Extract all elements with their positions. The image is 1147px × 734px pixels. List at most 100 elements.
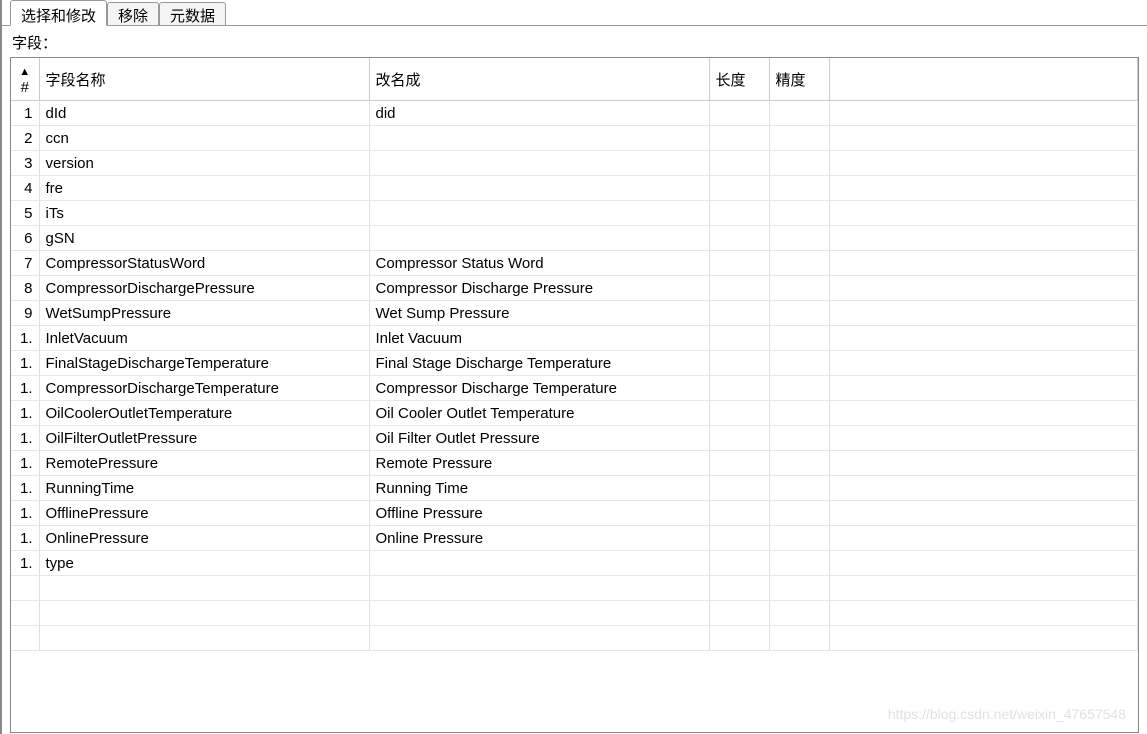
table-row[interactable]: 1.RemotePressureRemote Pressure (11, 451, 1138, 476)
cell-index[interactable]: 1. (11, 401, 39, 426)
cell-index[interactable]: 1. (11, 326, 39, 351)
cell-precision[interactable] (769, 251, 829, 276)
cell-field-name[interactable]: InletVacuum (39, 326, 369, 351)
cell-empty[interactable] (369, 601, 709, 626)
cell-empty[interactable] (769, 576, 829, 601)
cell-empty[interactable] (829, 601, 1138, 626)
cell-length[interactable] (709, 101, 769, 126)
cell-precision[interactable] (769, 101, 829, 126)
table-row-empty[interactable] (11, 626, 1138, 651)
cell-length[interactable] (709, 401, 769, 426)
cell-precision[interactable] (769, 351, 829, 376)
table-row[interactable]: 4fre (11, 176, 1138, 201)
column-header-rename-to[interactable]: 改名成 (369, 58, 709, 101)
cell-empty[interactable] (709, 626, 769, 651)
cell-precision[interactable] (769, 501, 829, 526)
cell-index[interactable]: 4 (11, 176, 39, 201)
cell-extra[interactable] (829, 526, 1138, 551)
table-row[interactable]: 1.OfflinePressureOffline Pressure (11, 501, 1138, 526)
cell-extra[interactable] (829, 126, 1138, 151)
column-header-field-name[interactable]: 字段名称 (39, 58, 369, 101)
cell-length[interactable] (709, 451, 769, 476)
cell-index[interactable]: 8 (11, 276, 39, 301)
cell-empty[interactable] (39, 576, 369, 601)
cell-length[interactable] (709, 276, 769, 301)
cell-field-name[interactable]: OilFilterOutletPressure (39, 426, 369, 451)
cell-precision[interactable] (769, 151, 829, 176)
cell-field-name[interactable]: FinalStageDischargeTemperature (39, 351, 369, 376)
cell-extra[interactable] (829, 276, 1138, 301)
cell-length[interactable] (709, 151, 769, 176)
cell-precision[interactable] (769, 376, 829, 401)
cell-field-name[interactable]: OfflinePressure (39, 501, 369, 526)
cell-precision[interactable] (769, 201, 829, 226)
cell-length[interactable] (709, 551, 769, 576)
cell-empty[interactable] (369, 626, 709, 651)
table-row[interactable]: 1.type (11, 551, 1138, 576)
cell-precision[interactable] (769, 426, 829, 451)
column-header-index[interactable]: ▲ # (11, 58, 39, 101)
table-row[interactable]: 8CompressorDischargePressureCompressor D… (11, 276, 1138, 301)
cell-field-name[interactable]: type (39, 551, 369, 576)
cell-rename-to[interactable]: Compressor Status Word (369, 251, 709, 276)
tab-0[interactable]: 选择和修改 (10, 0, 107, 26)
cell-index[interactable]: 1. (11, 451, 39, 476)
cell-length[interactable] (709, 501, 769, 526)
cell-index[interactable]: 9 (11, 301, 39, 326)
cell-length[interactable] (709, 126, 769, 151)
table-row[interactable]: 5iTs (11, 201, 1138, 226)
cell-index[interactable]: 1. (11, 476, 39, 501)
cell-rename-to[interactable]: Compressor Discharge Pressure (369, 276, 709, 301)
cell-rename-to[interactable]: Wet Sump Pressure (369, 301, 709, 326)
cell-field-name[interactable]: dId (39, 101, 369, 126)
cell-length[interactable] (709, 251, 769, 276)
table-row[interactable]: 1.RunningTimeRunning Time (11, 476, 1138, 501)
table-row[interactable]: 9WetSumpPressureWet Sump Pressure (11, 301, 1138, 326)
cell-extra[interactable] (829, 326, 1138, 351)
table-row[interactable]: 1.InletVacuumInlet Vacuum (11, 326, 1138, 351)
table-row[interactable]: 1dIddid (11, 101, 1138, 126)
cell-index[interactable]: 6 (11, 226, 39, 251)
cell-rename-to[interactable] (369, 551, 709, 576)
cell-length[interactable] (709, 376, 769, 401)
table-row[interactable]: 1.OilFilterOutletPressureOil Filter Outl… (11, 426, 1138, 451)
cell-empty[interactable] (709, 601, 769, 626)
cell-rename-to[interactable]: Oil Cooler Outlet Temperature (369, 401, 709, 426)
cell-index[interactable]: 3 (11, 151, 39, 176)
cell-length[interactable] (709, 201, 769, 226)
cell-empty[interactable] (709, 576, 769, 601)
cell-empty[interactable] (11, 601, 39, 626)
cell-field-name[interactable]: ccn (39, 126, 369, 151)
cell-extra[interactable] (829, 101, 1138, 126)
cell-length[interactable] (709, 426, 769, 451)
cell-rename-to[interactable] (369, 201, 709, 226)
cell-empty[interactable] (11, 576, 39, 601)
table-row[interactable]: 1.OilCoolerOutletTemperatureOil Cooler O… (11, 401, 1138, 426)
cell-extra[interactable] (829, 476, 1138, 501)
cell-precision[interactable] (769, 451, 829, 476)
table-row[interactable]: 6gSN (11, 226, 1138, 251)
cell-length[interactable] (709, 301, 769, 326)
table-row[interactable]: 1.FinalStageDischargeTemperatureFinal St… (11, 351, 1138, 376)
cell-extra[interactable] (829, 301, 1138, 326)
column-header-length[interactable]: 长度 (709, 58, 769, 101)
cell-extra[interactable] (829, 176, 1138, 201)
cell-precision[interactable] (769, 551, 829, 576)
cell-precision[interactable] (769, 126, 829, 151)
cell-length[interactable] (709, 326, 769, 351)
cell-rename-to[interactable]: Online Pressure (369, 526, 709, 551)
cell-index[interactable]: 1. (11, 376, 39, 401)
cell-field-name[interactable]: RunningTime (39, 476, 369, 501)
cell-extra[interactable] (829, 451, 1138, 476)
cell-rename-to[interactable]: did (369, 101, 709, 126)
tab-1[interactable]: 移除 (107, 2, 159, 25)
column-header-precision[interactable]: 精度 (769, 58, 829, 101)
cell-field-name[interactable]: gSN (39, 226, 369, 251)
cell-rename-to[interactable]: Oil Filter Outlet Pressure (369, 426, 709, 451)
cell-precision[interactable] (769, 176, 829, 201)
cell-index[interactable]: 1. (11, 501, 39, 526)
cell-index[interactable]: 1. (11, 351, 39, 376)
cell-field-name[interactable]: OnlinePressure (39, 526, 369, 551)
table-row-empty[interactable] (11, 601, 1138, 626)
cell-extra[interactable] (829, 551, 1138, 576)
